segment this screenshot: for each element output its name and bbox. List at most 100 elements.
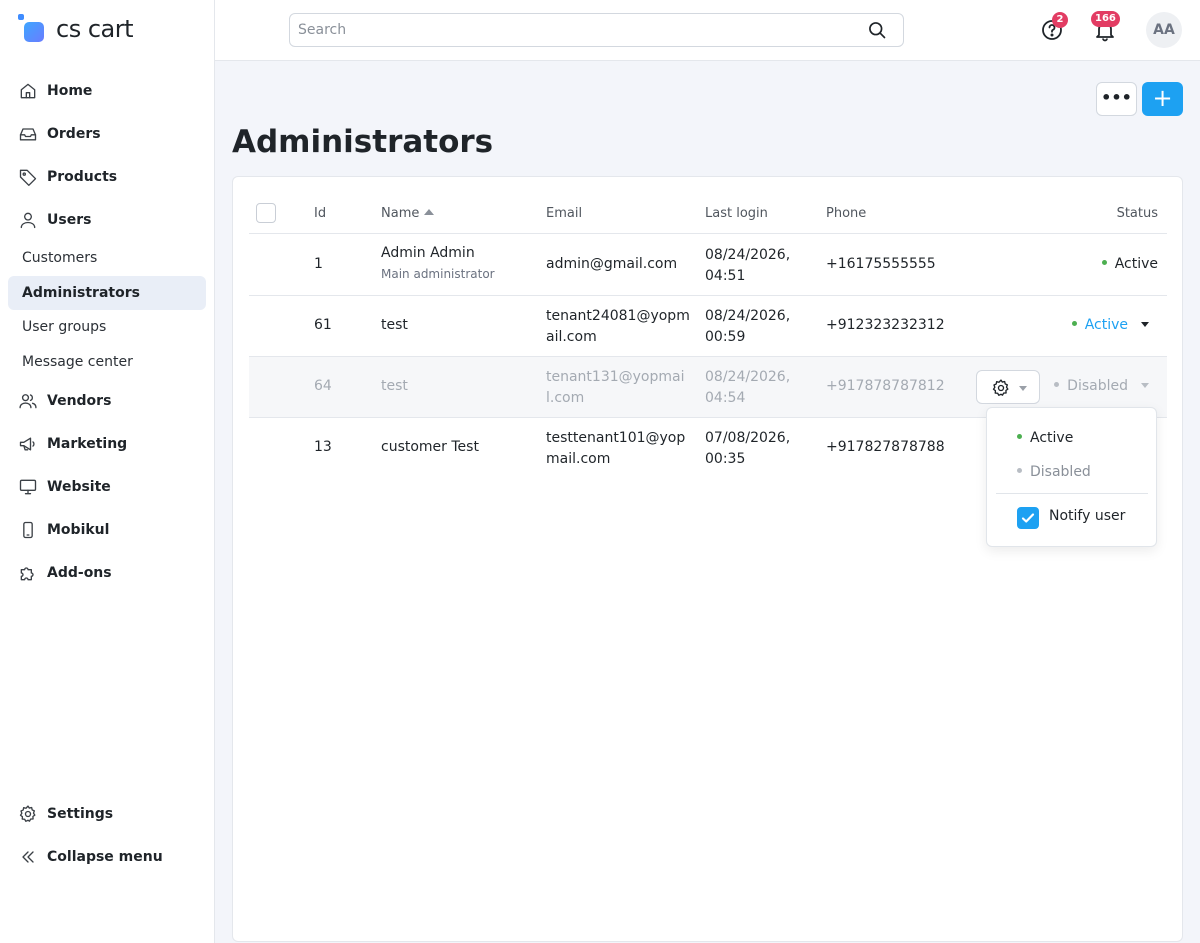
add-administrator-button[interactable]: +: [1142, 82, 1183, 116]
status-dropdown-toggle[interactable]: Active: [1071, 317, 1149, 333]
sidebar-item-website[interactable]: Website: [8, 465, 206, 508]
cs-cart-logo[interactable]: cs cart: [18, 12, 134, 46]
status-option-label: Disabled: [1030, 464, 1091, 480]
notify-user-checkbox[interactable]: [1017, 507, 1039, 529]
column-header-phone[interactable]: Phone: [826, 206, 866, 221]
row-actions-button[interactable]: [976, 370, 1040, 404]
row-id: 61: [314, 317, 332, 333]
sidebar-item-users[interactable]: Users: [8, 198, 206, 241]
row-last-login: 08/24/2026, 00:59: [705, 306, 790, 348]
status-label: Active: [1114, 256, 1158, 272]
sidebar-subitem-message-center[interactable]: Message center: [8, 345, 206, 380]
logo-mark-icon: [18, 14, 48, 44]
notifications-badge: 166: [1091, 11, 1120, 27]
home-icon: [20, 83, 36, 98]
row-role: Main administrator: [381, 267, 495, 281]
sidebar-item-home[interactable]: Home: [8, 69, 206, 112]
status-option-disabled[interactable]: Disabled: [1017, 464, 1091, 480]
gear-icon: [992, 379, 1009, 396]
logo-text: cs cart: [56, 15, 134, 43]
chevron-down-icon: [1019, 386, 1027, 391]
notify-user-label[interactable]: Notify user: [1049, 508, 1125, 524]
row-phone: +917827878788: [826, 439, 945, 455]
email-line-2: mail.com: [546, 451, 611, 467]
row-id: 1: [314, 256, 323, 272]
sidebar-item-label: Vendors: [47, 392, 112, 409]
row-name-link[interactable]: Admin Admin: [381, 245, 475, 261]
email-line-2: ail.com: [546, 329, 597, 345]
sidebar: cs cart Home Orders Products Users Custo…: [0, 0, 215, 943]
sidebar-item-label: Website: [47, 478, 111, 495]
main-nav: Home Orders Products Users Customers Adm…: [8, 69, 206, 594]
status-dropdown-toggle[interactable]: Disabled: [1054, 378, 1149, 394]
status-dropdown-menu: Active Disabled Notify user: [986, 407, 1157, 547]
sidebar-item-marketing[interactable]: Marketing: [8, 422, 206, 465]
search-input[interactable]: [290, 14, 850, 46]
status-dot-icon: [1017, 468, 1022, 473]
sidebar-subitem-user-groups[interactable]: User groups: [8, 310, 206, 345]
status-badge: Active: [1101, 256, 1158, 272]
help-badge: 2: [1052, 12, 1068, 28]
column-header-status[interactable]: Status: [1117, 206, 1158, 221]
column-header-last-login[interactable]: Last login: [705, 206, 768, 221]
login-date: 07/08/2026,: [705, 430, 791, 446]
row-name-link[interactable]: test: [381, 378, 408, 394]
notifications-button[interactable]: 166: [1091, 11, 1120, 42]
row-phone: +917878787812: [826, 378, 945, 394]
megaphone-icon: [19, 437, 35, 450]
row-name-link[interactable]: test: [381, 317, 408, 333]
user-icon: [20, 212, 36, 228]
sidebar-item-products[interactable]: Products: [8, 155, 206, 198]
sidebar-item-label: Users: [47, 211, 92, 228]
row-name-cell: Admin Admin Main administrator: [381, 243, 495, 285]
help-button[interactable]: 2: [1040, 12, 1068, 42]
column-header-id[interactable]: Id: [314, 206, 326, 221]
sidebar-item-mobikul[interactable]: Mobikul: [8, 508, 206, 551]
row-name-link[interactable]: customer Test: [381, 439, 479, 455]
row-email: tenant24081@yopm ail.com: [546, 306, 690, 348]
row-email: testtenant101@yop mail.com: [546, 428, 685, 470]
table-row[interactable]: 61 test tenant24081@yopm ail.com 08/24/2…: [249, 296, 1167, 357]
puzzle-icon: [20, 566, 34, 580]
sidebar-item-label: Mobikul: [47, 521, 110, 538]
row-id: 13: [314, 439, 332, 455]
status-dot-icon: [1017, 434, 1022, 439]
row-phone: +912323232312: [826, 317, 945, 333]
sidebar-bottom: Settings Collapse menu: [8, 792, 206, 878]
login-time: 04:51: [705, 268, 746, 284]
status-option-active[interactable]: Active: [1017, 430, 1073, 446]
administrators-table-card: Id Name Email Last login Phone Status 1 …: [232, 176, 1183, 942]
status-label: Active: [1084, 317, 1128, 333]
sidebar-subitem-administrators[interactable]: Administrators: [8, 275, 206, 310]
top-bar: 2 166 AA: [215, 0, 1200, 61]
status-label: Disabled: [1067, 378, 1128, 394]
users-icon: [19, 393, 37, 408]
sidebar-item-label: Home: [47, 82, 93, 99]
sidebar-item-orders[interactable]: Orders: [8, 112, 206, 155]
column-header-name-label: Name: [381, 206, 420, 221]
email-line-2: l.com: [546, 390, 585, 406]
page-title: Administrators: [232, 124, 494, 160]
gear-icon: [19, 804, 36, 822]
table-row[interactable]: 1 Admin Admin Main administrator admin@g…: [249, 235, 1167, 296]
sidebar-item-label: Collapse menu: [47, 848, 163, 865]
chevron-down-icon: [1141, 322, 1149, 327]
table-header: Id Name Email Last login Phone Status: [249, 197, 1167, 234]
sidebar-item-add-ons[interactable]: Add-ons: [8, 551, 206, 594]
status-dot-icon: [1101, 260, 1107, 265]
column-header-name[interactable]: Name: [381, 206, 435, 221]
phone-icon: [23, 521, 33, 538]
sidebar-item-label: Add-ons: [47, 564, 112, 581]
collapse-menu-button[interactable]: Collapse menu: [8, 835, 206, 878]
sidebar-item-settings[interactable]: Settings: [8, 792, 206, 835]
sidebar-item-label: Settings: [47, 805, 114, 822]
column-header-email[interactable]: Email: [546, 206, 582, 221]
select-all-checkbox[interactable]: [256, 203, 276, 223]
avatar[interactable]: AA: [1146, 12, 1182, 48]
more-actions-button[interactable]: •••: [1096, 82, 1137, 116]
sidebar-subitem-customers[interactable]: Customers: [8, 241, 206, 276]
search-icon[interactable]: [867, 20, 887, 40]
sidebar-item-vendors[interactable]: Vendors: [8, 379, 206, 422]
login-date: 08/24/2026,: [705, 247, 791, 263]
row-id: 64: [314, 378, 332, 394]
